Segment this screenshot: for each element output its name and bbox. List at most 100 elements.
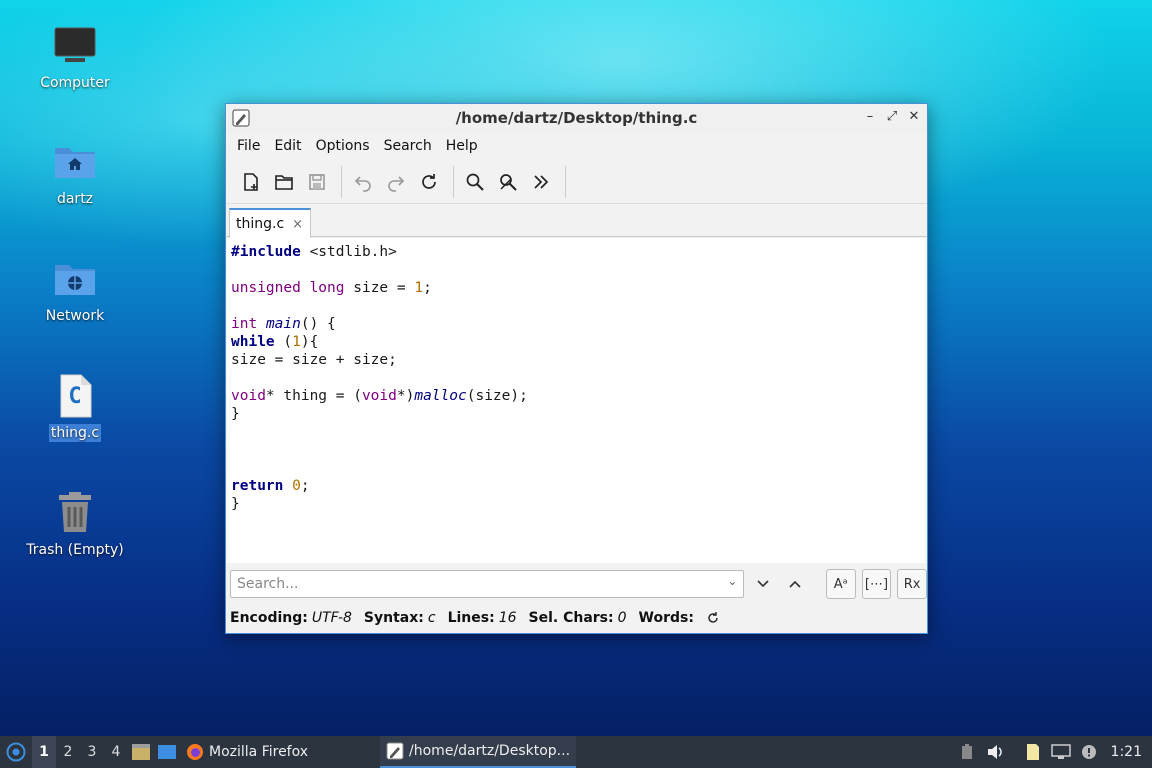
task-text-editor[interactable]: /home/dartz/Desktop... <box>380 736 577 768</box>
tray-notifications[interactable] <box>1075 736 1103 768</box>
window-title: /home/dartz/Desktop/thing.c <box>455 109 698 127</box>
task-label: Mozilla Firefox <box>209 744 309 760</box>
status-words-label: Words: <box>638 610 694 626</box>
network-folder-icon <box>55 265 95 295</box>
code-token: ( <box>274 334 293 350</box>
text-editor-app-icon <box>232 109 250 127</box>
status-bar: Encoding: UTF-8 Syntax: c Lines: 16 Sel.… <box>226 604 927 632</box>
task-firefox[interactable]: Mozilla Firefox <box>180 736 314 768</box>
tab-close-icon[interactable]: × <box>292 217 303 232</box>
desktop-icon-network[interactable]: Network <box>15 255 135 325</box>
search-icon <box>466 173 484 191</box>
show-desktop-button[interactable] <box>154 736 180 768</box>
battery-icon <box>961 744 972 759</box>
desktop-icon-label: Network <box>45 308 105 324</box>
task-label: /home/dartz/Desktop... <box>409 743 571 759</box>
menu-file[interactable]: File <box>230 138 267 154</box>
chevron-down-icon <box>757 580 769 588</box>
status-encoding-value: UTF-8 <box>311 610 352 626</box>
code-token: unsigned <box>231 280 301 296</box>
title-bar[interactable]: /home/dartz/Desktop/thing.c – ⤢ ✕ <box>226 104 927 132</box>
workspace-1[interactable]: 1 <box>32 736 56 768</box>
match-case-toggle[interactable]: Aᵃ <box>825 569 856 599</box>
menu-edit[interactable]: Edit <box>267 138 308 154</box>
menu-options[interactable]: Options <box>309 138 377 154</box>
workspace-3[interactable]: 3 <box>80 736 104 768</box>
code-token: ; <box>300 478 310 494</box>
menu-bar: File Edit Options Search Help <box>226 132 927 160</box>
workspace-4[interactable]: 4 <box>104 736 128 768</box>
search-input[interactable]: Search... ⌄ <box>230 570 745 598</box>
text-editor-window[interactable]: /home/dartz/Desktop/thing.c – ⤢ ✕ File E… <box>225 103 928 634</box>
close-icon[interactable]: ✕ <box>907 108 921 126</box>
maximize-icon[interactable]: ⤢ <box>885 108 899 126</box>
redo-button[interactable] <box>381 167 411 197</box>
tab-bar: thing.c × <box>226 204 927 238</box>
tab-thing-c[interactable]: thing.c × <box>229 208 311 238</box>
code-token: 0 <box>292 478 301 494</box>
more-tools-button[interactable] <box>526 167 556 197</box>
whole-word-toggle[interactable]: [⋯] <box>861 569 892 599</box>
find-button[interactable] <box>460 167 490 197</box>
code-editor[interactable]: #include <stdlib.h> unsigned long size =… <box>227 238 926 563</box>
desktop-icon-thing-c[interactable]: C thing.c <box>15 372 135 442</box>
new-file-button[interactable] <box>236 167 266 197</box>
toolbar-separator <box>453 165 454 198</box>
menu-help[interactable]: Help <box>439 138 485 154</box>
file-manager-launcher[interactable] <box>128 736 154 768</box>
menu-search[interactable]: Search <box>377 138 439 154</box>
code-token: } <box>231 496 240 512</box>
undo-button[interactable] <box>348 167 378 197</box>
minimize-icon[interactable]: – <box>863 108 877 126</box>
home-folder-icon <box>55 148 95 178</box>
status-syntax-label: Syntax: <box>363 610 424 626</box>
open-file-button[interactable] <box>269 167 299 197</box>
desktop-icon-computer[interactable]: Computer <box>15 22 135 92</box>
code-token: main <box>265 316 301 332</box>
code-token: int <box>231 316 258 332</box>
tab-label: thing.c <box>236 216 285 232</box>
workspace-2[interactable]: 2 <box>56 736 80 768</box>
code-token: <stdlib.h> <box>300 244 397 260</box>
code-token: } <box>231 406 240 422</box>
start-menu-button[interactable] <box>0 736 32 768</box>
desktop-icon-label: Computer <box>40 75 110 91</box>
regex-toggle[interactable]: Rx <box>897 569 927 599</box>
code-token: while <box>231 334 275 350</box>
network-icon <box>1050 744 1071 759</box>
code-token: ){ <box>300 334 319 350</box>
clock[interactable]: 1:21 <box>1103 744 1152 760</box>
open-folder-icon <box>275 174 293 190</box>
find-previous-button[interactable] <box>782 570 808 598</box>
search-bar: Search... ⌄ Aᵃ [⋯] Rx <box>226 564 927 604</box>
tray-network[interactable] <box>1047 736 1075 768</box>
code-token: 1 <box>414 280 424 296</box>
code-token: #include <box>231 244 301 260</box>
code-token: () { <box>300 316 336 332</box>
chevron-down-icon[interactable]: ⌄ <box>727 574 737 588</box>
desktop-icon-home-folder[interactable]: dartz <box>15 138 135 208</box>
redo-icon <box>388 175 405 192</box>
search-placeholder: Search... <box>237 576 299 592</box>
code-token: * thing = ( <box>265 388 362 404</box>
status-sel-chars-label: Sel. Chars: <box>528 610 614 626</box>
toolbar-separator <box>565 165 566 198</box>
desktop-icon <box>158 745 176 759</box>
distro-logo-icon <box>6 742 26 762</box>
desktop-icon-trash[interactable]: Trash (Empty) <box>15 489 135 559</box>
tray-notes[interactable] <box>1019 736 1047 768</box>
status-lines-label: Lines: <box>447 610 495 626</box>
tray-volume[interactable] <box>981 736 1009 768</box>
code-token: malloc <box>414 388 467 404</box>
code-token: void <box>231 388 266 404</box>
computer-icon <box>54 27 96 62</box>
text-editor-app-icon <box>386 742 404 760</box>
reload-button[interactable] <box>414 167 444 197</box>
find-replace-button[interactable] <box>493 167 523 197</box>
refresh-word-count-icon[interactable] <box>706 611 720 625</box>
code-token: size = size + size; <box>231 352 397 368</box>
find-next-button[interactable] <box>750 570 776 598</box>
code-token: (size); <box>466 388 528 404</box>
tray-battery[interactable] <box>953 736 981 768</box>
save-button[interactable] <box>302 167 332 197</box>
